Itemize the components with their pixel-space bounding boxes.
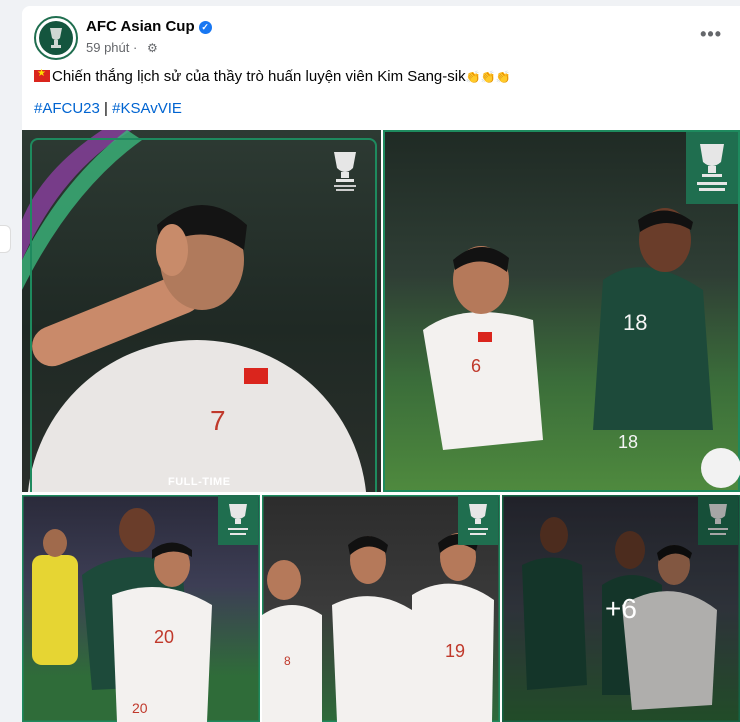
photo-grid: 7 FULL-TIME 6 18 18 20 20 19 8 +6 bbox=[22, 130, 740, 722]
photo-5[interactable]: +6 bbox=[502, 495, 740, 722]
more-photos-count: +6 bbox=[605, 592, 637, 624]
post-meta: 59 phút · ⚙ bbox=[86, 40, 158, 55]
afc-logo-icon bbox=[39, 21, 73, 55]
post-card: AFC Asian Cup✓ 59 phút · ⚙ ••• Chiến thắ… bbox=[22, 6, 740, 722]
post-time[interactable]: 59 phút bbox=[86, 40, 129, 55]
photo-3[interactable]: 20 20 bbox=[22, 495, 260, 722]
vietnam-flag-icon bbox=[34, 68, 50, 82]
page-name[interactable]: AFC Asian Cup bbox=[86, 18, 195, 35]
post-caption: Chiến thắng lịch sử của thầy trò huấn lu… bbox=[34, 68, 510, 85]
svg-text:18: 18 bbox=[623, 310, 647, 335]
svg-text:20: 20 bbox=[154, 627, 174, 647]
hashtag-separator: | bbox=[104, 100, 108, 117]
svg-text:20: 20 bbox=[132, 700, 148, 716]
afc-u23-logo-icon bbox=[686, 132, 738, 204]
afc-u23-logo-icon bbox=[458, 495, 498, 545]
meta-separator: · bbox=[133, 40, 138, 55]
photo-4[interactable]: 19 8 bbox=[262, 495, 500, 722]
hashtag-ksavvie[interactable]: #KSAvVIE bbox=[112, 100, 182, 117]
verified-badge-icon: ✓ bbox=[198, 21, 212, 34]
more-photos-overlay[interactable]: +6 bbox=[502, 495, 740, 722]
fulltime-label: FULL-TIME bbox=[168, 476, 231, 488]
photo-2[interactable]: 6 18 18 bbox=[383, 130, 740, 492]
caption-text: Chiến thắng lịch sử của thầy trò huấn lu… bbox=[52, 68, 466, 85]
more-options-icon[interactable]: ••• bbox=[700, 24, 722, 45]
post-header: AFC Asian Cup ✓ 59 phút · ⚙ ••• bbox=[34, 16, 730, 62]
page-avatar[interactable] bbox=[34, 16, 78, 60]
afc-u23-logo-icon bbox=[323, 148, 367, 194]
left-edge bbox=[0, 0, 12, 722]
svg-text:19: 19 bbox=[445, 641, 465, 661]
gear-icon[interactable]: ⚙ bbox=[147, 41, 158, 55]
clap-icon: 👏👏👏 bbox=[465, 70, 511, 84]
page-name-row: AFC Asian Cup ✓ bbox=[86, 18, 212, 35]
collapse-handle[interactable] bbox=[0, 225, 11, 253]
svg-text:8: 8 bbox=[284, 654, 291, 668]
hashtag-afcu23[interactable]: #AFCU23 bbox=[34, 100, 100, 117]
svg-text:6: 6 bbox=[471, 356, 481, 376]
post-hashtags: #AFCU23 | #KSAvVIE bbox=[34, 100, 182, 117]
svg-text:18: 18 bbox=[618, 432, 638, 452]
photo-1[interactable]: 7 FULL-TIME bbox=[22, 130, 381, 492]
afc-u23-logo-icon bbox=[218, 495, 258, 545]
